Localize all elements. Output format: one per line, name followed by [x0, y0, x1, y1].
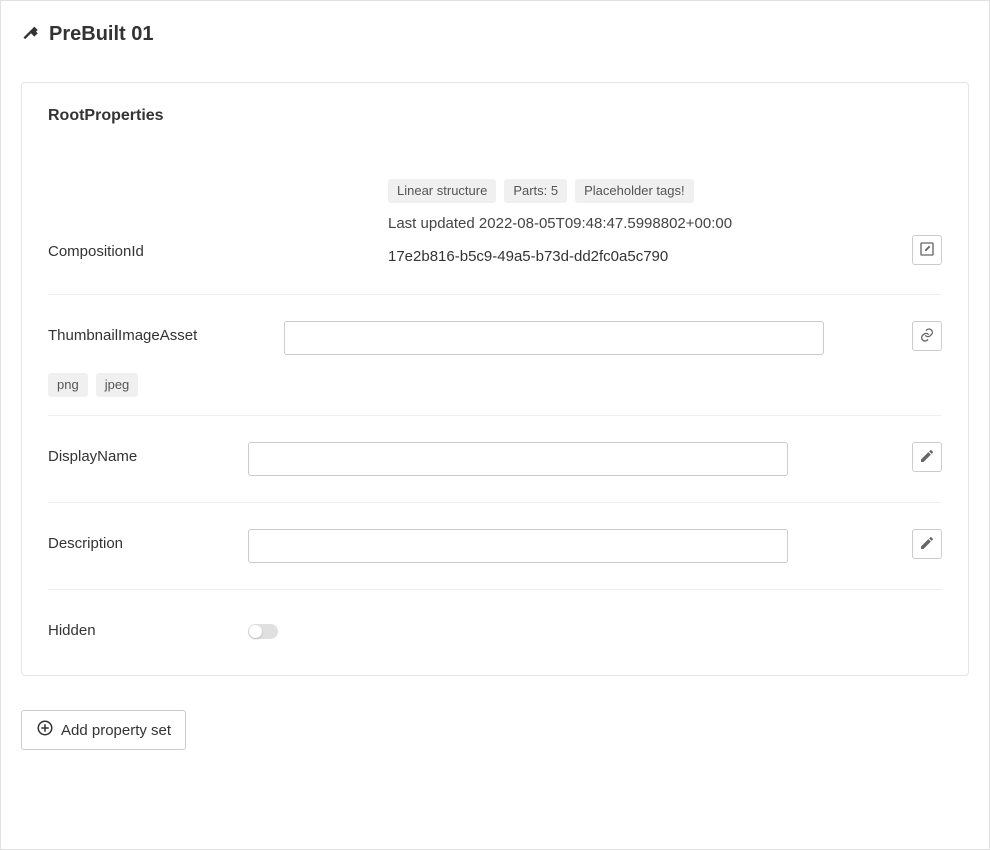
toggle-knob [249, 625, 262, 638]
page-header: PreBuilt 01 [21, 23, 969, 46]
tag-item: Linear structure [388, 179, 496, 203]
divider [48, 415, 942, 416]
edit-composition-button[interactable] [912, 235, 942, 265]
composition-last-updated: Last updated 2022-08-05T09:48:47.5998802… [388, 213, 862, 236]
property-label-thumbnail: ThumbnailImageAsset [48, 321, 248, 344]
link-icon [919, 327, 935, 346]
page-title: PreBuilt 01 [49, 23, 153, 46]
add-property-set-button[interactable]: Add property set [21, 710, 186, 750]
property-label-hidden: Hidden [48, 616, 248, 639]
property-row-hidden: Hidden [48, 608, 942, 647]
edit-description-button[interactable] [912, 529, 942, 559]
last-updated-prefix: Last updated [388, 215, 479, 232]
hidden-toggle[interactable] [248, 624, 278, 639]
edit-box-icon [919, 241, 935, 260]
hammer-icon [21, 25, 41, 45]
description-input[interactable] [248, 529, 788, 563]
thumbnail-tags: png jpeg [48, 373, 942, 397]
composition-tags: Linear structure Parts: 5 Placeholder ta… [388, 179, 862, 203]
root-properties-card: RootProperties CompositionId Linear stru… [21, 82, 969, 676]
page-root: PreBuilt 01 RootProperties CompositionId… [0, 0, 990, 850]
pencil-icon [919, 535, 935, 554]
divider [48, 294, 942, 295]
property-label-composition: CompositionId [48, 179, 248, 260]
property-label-description: Description [48, 529, 248, 552]
composition-id-value: 17e2b816-b5c9-49a5-b73d-dd2fc0a5c790 [388, 246, 862, 269]
thumbnail-input[interactable] [284, 321, 824, 355]
edit-display-name-button[interactable] [912, 442, 942, 472]
pencil-icon [919, 448, 935, 467]
card-title: RootProperties [48, 107, 942, 125]
divider [48, 502, 942, 503]
property-label-display-name: DisplayName [48, 442, 248, 465]
plus-circle-icon [36, 719, 54, 741]
tag-item: jpeg [96, 373, 139, 397]
property-row-composition: CompositionId Linear structure Parts: 5 … [48, 171, 942, 276]
link-thumbnail-button[interactable] [912, 321, 942, 351]
last-updated-value: 2022-08-05T09:48:47.5998802+00:00 [479, 215, 732, 232]
tag-item: png [48, 373, 88, 397]
add-property-set-label: Add property set [61, 722, 171, 739]
divider [48, 589, 942, 590]
property-row-thumbnail: ThumbnailImageAsset [48, 313, 942, 363]
property-value-composition: Linear structure Parts: 5 Placeholder ta… [248, 179, 902, 268]
property-row-description: Description [48, 521, 942, 571]
tag-item: Parts: 5 [504, 179, 567, 203]
display-name-input[interactable] [248, 442, 788, 476]
tag-item: Placeholder tags! [575, 179, 693, 203]
property-row-display-name: DisplayName [48, 434, 942, 484]
